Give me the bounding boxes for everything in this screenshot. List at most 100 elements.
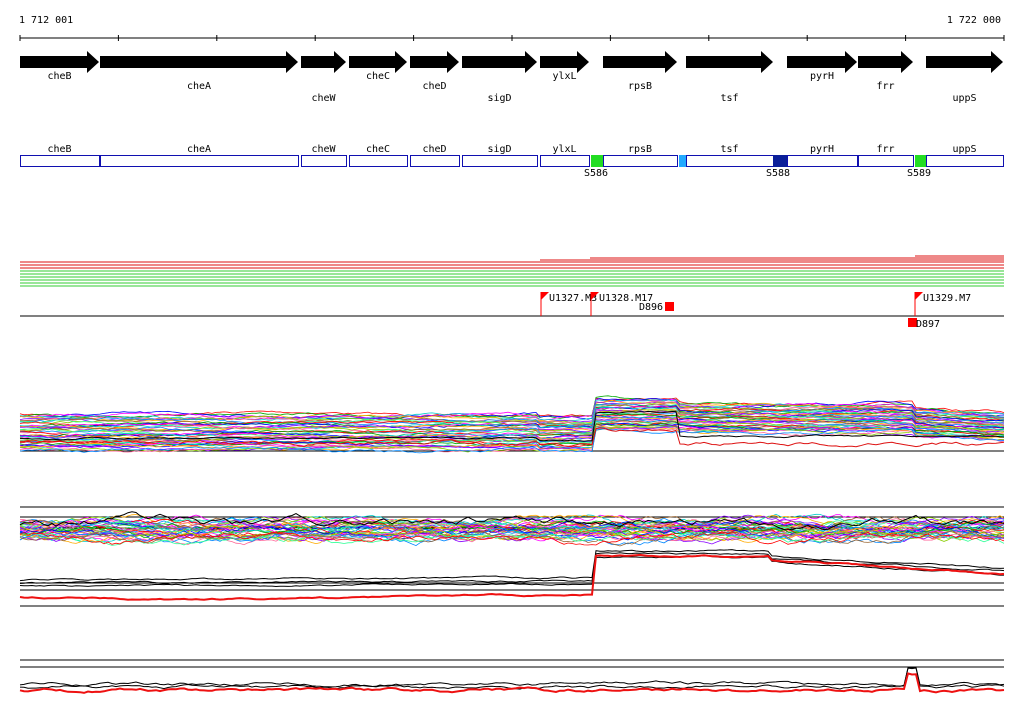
gene-arrow-label: ylxL	[552, 71, 576, 82]
gene-arrow-track: cheB cheA cheW cheC cheD sigD ylxL rpsB tsf pyrH f…	[20, 51, 1003, 104]
end-coordinate: 1 722 000	[947, 15, 1001, 26]
gene-box-cheC[interactable]: cheC	[349, 144, 408, 167]
gene-box-label: rpsB	[628, 144, 652, 155]
gene-arrow-cheW[interactable]: cheW	[301, 51, 346, 104]
marker-track: U1327.M3 U1328.M17 U1329.M7D896D897	[20, 292, 1004, 330]
gene-arrow-uppS[interactable]: uppS	[926, 51, 1003, 104]
gene-box-sigD[interactable]: sigD	[462, 144, 538, 167]
gene-arrow-label: pyrH	[810, 71, 834, 82]
genome-browser-canvas: 1 712 001 1 722 000 cheB cheA cheW cheC cheD…	[19, 15, 1005, 694]
gene-arrow-label: tsf	[720, 93, 738, 104]
coordinate-ruler: 1 712 001 1 722 000	[19, 15, 1005, 41]
site-block[interactable]	[679, 155, 686, 167]
marker-label: U1329.M7	[923, 293, 971, 304]
gene-arrow-shape[interactable]	[462, 51, 537, 73]
gene-box-shape[interactable]	[20, 155, 100, 167]
gene-box-shape[interactable]	[349, 155, 408, 167]
gene-box-label: tsf	[720, 144, 738, 155]
gene-arrow-shape[interactable]	[100, 51, 298, 73]
site-label: S588	[766, 168, 790, 179]
gene-box-label: cheW	[311, 144, 336, 155]
gene-box-label: cheB	[47, 144, 71, 155]
gene-arrow-frr[interactable]: frr	[858, 51, 913, 92]
gene-box-frr[interactable]: frr	[858, 144, 914, 167]
gene-box-label: uppS	[952, 144, 976, 155]
gene-box-label: cheD	[422, 144, 446, 155]
gene-arrow-cheB[interactable]: cheB	[20, 51, 99, 82]
gene-arrow-label: sigD	[487, 93, 511, 104]
gene-arrow-label: cheB	[47, 71, 71, 82]
gene-arrow-label: cheW	[311, 93, 336, 104]
gene-box-label: sigD	[487, 144, 511, 155]
gene-arrow-shape[interactable]	[787, 51, 857, 73]
expression-profile-panel-2	[19, 506, 1005, 547]
site-block[interactable]	[591, 155, 603, 167]
site-label: S586	[584, 168, 608, 179]
gene-box-shape[interactable]	[787, 155, 858, 167]
gene-box-pyrH[interactable]: pyrH	[787, 144, 858, 167]
gene-arrow-shape[interactable]	[540, 51, 589, 73]
gene-arrow-shape[interactable]	[603, 51, 677, 73]
gene-box-label: cheA	[187, 144, 211, 155]
start-coordinate: 1 712 001	[19, 15, 73, 26]
gene-box-rpsB[interactable]: rpsB	[603, 144, 678, 167]
gene-arrow-label: uppS	[952, 93, 976, 104]
gene-arrow-cheA[interactable]: cheA	[100, 51, 298, 92]
site-unlabeled[interactable]	[679, 155, 686, 167]
gene-arrow-shape[interactable]	[686, 51, 773, 73]
gene-box-cheA[interactable]: cheA	[100, 144, 299, 167]
marker-u1329-m7[interactable]: U1329.M7	[914, 292, 971, 316]
gene-box-tsf[interactable]: tsf	[686, 144, 774, 167]
gene-box-label: cheC	[366, 144, 390, 155]
gene-box-label: pyrH	[810, 144, 834, 155]
gene-box-shape[interactable]	[926, 155, 1004, 167]
marker-flag[interactable]	[541, 292, 549, 300]
expression-profile-panel-3	[19, 549, 1005, 607]
gene-arrow-shape[interactable]	[926, 51, 1003, 73]
gene-arrow-shape[interactable]	[301, 51, 346, 73]
gene-box-track: cheB cheA cheW cheC cheD sigD ylxL rpsB tsf pyrH f…	[20, 144, 1004, 167]
gene-arrow-sigD[interactable]: sigD	[462, 51, 537, 104]
site-block[interactable]	[915, 155, 926, 167]
marker-d896[interactable]: D896	[639, 302, 674, 313]
gene-arrow-cheC[interactable]: cheC	[349, 51, 407, 82]
gene-box-cheW[interactable]: cheW	[301, 144, 347, 167]
marker-box[interactable]	[665, 302, 674, 311]
gene-arrow-tsf[interactable]: tsf	[686, 51, 773, 104]
site-label: S589	[907, 168, 931, 179]
gene-box-shape[interactable]	[858, 155, 914, 167]
gene-arrow-shape[interactable]	[20, 51, 99, 73]
gene-box-cheB[interactable]: cheB	[20, 144, 100, 167]
gene-box-shape[interactable]	[603, 155, 678, 167]
gene-box-shape[interactable]	[301, 155, 347, 167]
gene-box-shape[interactable]	[100, 155, 299, 167]
gene-arrow-shape[interactable]	[410, 51, 459, 73]
gene-box-shape[interactable]	[540, 155, 590, 167]
gene-arrow-rpsB[interactable]: rpsB	[603, 51, 677, 92]
gene-arrow-ylxL[interactable]: ylxL	[540, 51, 589, 82]
gene-box-ylxL[interactable]: ylxL	[540, 144, 590, 167]
profile-line-black	[19, 667, 1005, 690]
marker-label: D896	[639, 302, 663, 313]
gene-arrow-shape[interactable]	[858, 51, 913, 73]
marker-u1327-m3[interactable]: U1327.M3	[540, 292, 597, 316]
gene-box-label: frr	[876, 144, 894, 155]
gene-box-shape[interactable]	[410, 155, 460, 167]
gene-arrow-pyrH[interactable]: pyrH	[787, 51, 857, 82]
gene-box-cheD[interactable]: cheD	[410, 144, 460, 167]
gene-box-shape[interactable]	[462, 155, 538, 167]
marker-flag[interactable]	[915, 292, 923, 300]
site-block[interactable]	[773, 155, 787, 167]
gene-arrow-label: rpsB	[628, 81, 652, 92]
gene-arrow-label: cheA	[187, 81, 211, 92]
gene-arrow-cheD[interactable]: cheD	[410, 51, 459, 92]
gene-box-uppS[interactable]: uppS	[926, 144, 1004, 167]
marker-d897[interactable]: D897	[908, 318, 940, 330]
expression-profile-panel-1	[19, 395, 1005, 454]
profile-line-black	[19, 666, 1005, 688]
marker-label: U1327.M3	[549, 293, 597, 304]
expression-profile-panel-4	[19, 659, 1005, 694]
gene-arrow-shape[interactable]	[349, 51, 407, 73]
transcript-lines-track	[20, 255, 1004, 287]
gene-box-shape[interactable]	[686, 155, 774, 167]
